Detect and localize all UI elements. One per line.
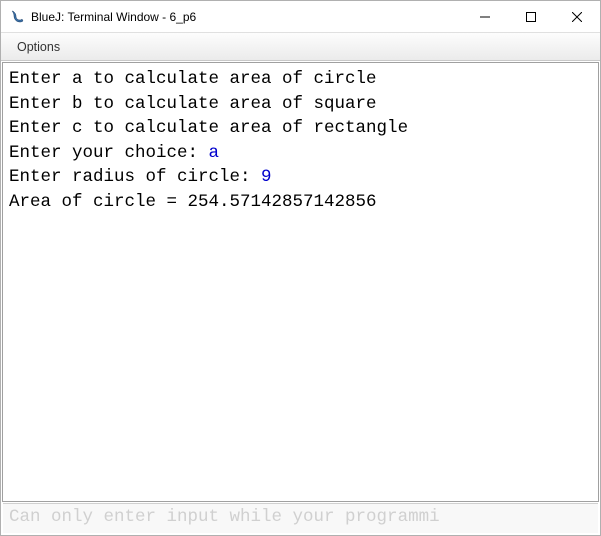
terminal-line: Area of circle = 254.57142857142856 — [9, 190, 592, 215]
maximize-button[interactable] — [508, 1, 554, 32]
window-controls — [462, 1, 600, 32]
close-button[interactable] — [554, 1, 600, 32]
terminal-prompt: Area of circle = 254.57142857142856 — [9, 192, 377, 212]
terminal-output[interactable]: Enter a to calculate area of circle Ente… — [2, 62, 599, 502]
terminal-line: Enter a to calculate area of circle — [9, 67, 592, 92]
terminal-prompt: Enter a to calculate area of circle — [9, 69, 377, 89]
terminal-line: Enter c to calculate area of rectangle — [9, 116, 592, 141]
terminal-prompt: Enter radius of circle: — [9, 167, 261, 187]
terminal-line: Enter b to calculate area of square — [9, 92, 592, 117]
terminal-line: Enter radius of circle: 9 — [9, 165, 592, 190]
terminal-prompt: Enter c to calculate area of rectangle — [9, 118, 408, 138]
terminal-window: BlueJ: Terminal Window - 6_p6 Options En… — [0, 0, 601, 536]
app-icon — [9, 9, 25, 25]
titlebar: BlueJ: Terminal Window - 6_p6 — [1, 1, 600, 33]
terminal-line: Enter your choice: a — [9, 141, 592, 166]
terminal-input-field: Can only enter input while your programm… — [3, 503, 598, 533]
terminal-user-input: a — [209, 143, 220, 163]
minimize-button[interactable] — [462, 1, 508, 32]
menubar: Options — [1, 33, 600, 61]
menu-options[interactable]: Options — [9, 36, 68, 58]
terminal-prompt: Enter b to calculate area of square — [9, 94, 377, 114]
window-title: BlueJ: Terminal Window - 6_p6 — [31, 10, 462, 24]
terminal-prompt: Enter your choice: — [9, 143, 209, 163]
terminal-user-input: 9 — [261, 167, 272, 187]
